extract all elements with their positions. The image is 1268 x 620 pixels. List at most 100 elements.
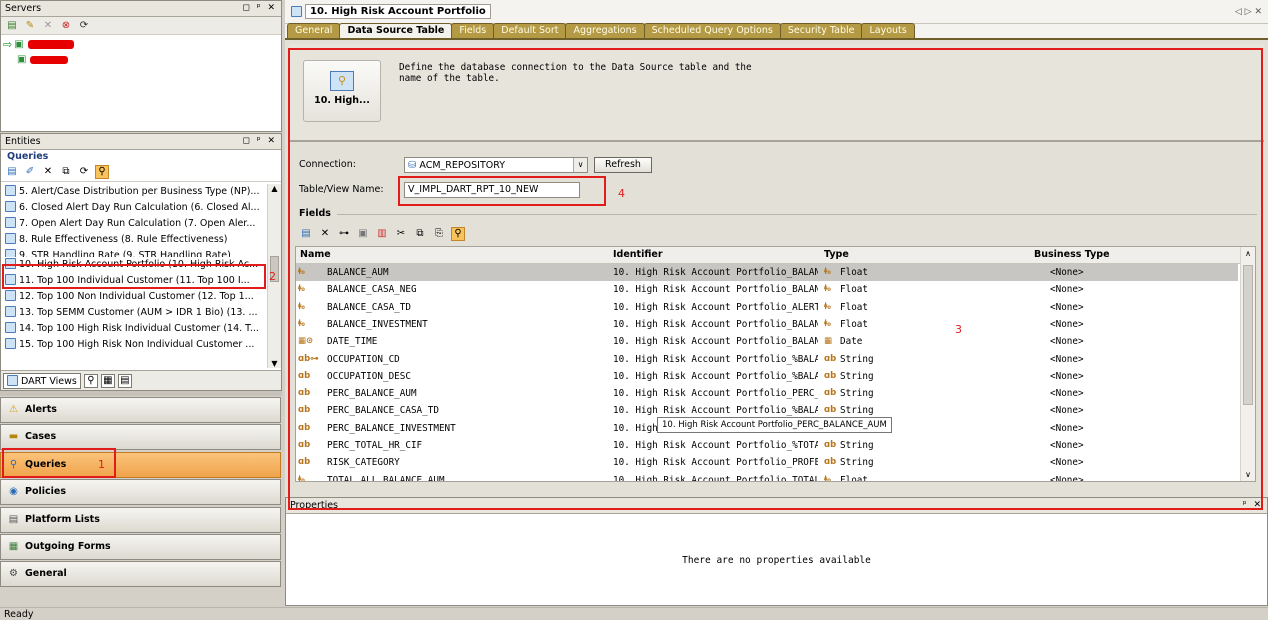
query-list-item[interactable]: 14. Top 100 High Risk Individual Custome…: [1, 321, 267, 337]
document-title: 10. High Risk Account Portfolio: [305, 4, 491, 19]
query-list-item[interactable]: 5. Alert/Case Distribution per Business …: [1, 184, 267, 200]
refresh-server-icon[interactable]: ⟳: [77, 19, 91, 33]
status-bar: Ready: [0, 607, 1268, 620]
query-icon: [5, 185, 16, 196]
lists-tab-icon[interactable]: ▤: [117, 373, 132, 388]
query-item-label: 9. STR Handling Rate (9. STR Handling Ra…: [19, 250, 231, 257]
query-item-label: 8. Rule Effectiveness (8. Rule Effective…: [19, 234, 228, 245]
query-list-item[interactable]: 15. Top 100 High Risk Non Individual Cus…: [1, 337, 267, 353]
nav-button-alerts[interactable]: ⚠ Alerts: [0, 397, 281, 423]
delete-query-icon[interactable]: ✕: [41, 165, 55, 179]
query-item-label: 13. Top SEMM Customer (AUM > IDR 1 Bio) …: [19, 307, 258, 318]
new-server-icon[interactable]: ▤: [5, 19, 19, 33]
query-list-item[interactable]: 8. Rule Effectiveness (8. Rule Effective…: [1, 232, 267, 248]
annotation-label-1: 1: [98, 458, 105, 471]
query-item-label: 14. Top 100 High Risk Individual Custome…: [19, 323, 259, 334]
redacted-server-name: [30, 55, 69, 64]
tab-security-table[interactable]: Security Table: [779, 23, 863, 38]
tab-layouts[interactable]: Layouts: [861, 23, 915, 38]
tab-default-sort[interactable]: Default Sort: [493, 23, 567, 38]
query-item-label: 7. Open Alert Day Run Calculation (7. Op…: [19, 218, 256, 229]
servers-titlebar: Servers ◻ ᵖ ✕: [1, 1, 281, 17]
query-list-item[interactable]: 13. Top SEMM Customer (AUM > IDR 1 Bio) …: [1, 305, 267, 321]
tab-general[interactable]: General: [287, 23, 341, 38]
nav-button-policies[interactable]: ◉ Policies: [0, 479, 281, 506]
nav-button-label: General: [25, 568, 67, 580]
query-icon: [5, 338, 16, 349]
form-icon: ▦: [8, 541, 19, 552]
nav-button-cases[interactable]: ▬ Cases: [0, 424, 281, 451]
entities-titlebar: Entities ◻ ᵖ ✕: [1, 134, 281, 150]
server-node-2[interactable]: ▣: [1, 52, 281, 67]
gear-icon: ⚙: [9, 568, 18, 580]
query-icon: [5, 217, 16, 228]
dart-views-label: DART Views: [21, 375, 77, 387]
nav-button-outgoing-forms[interactable]: ▦ Outgoing Forms: [0, 534, 281, 560]
list-icon: ▤: [8, 513, 19, 525]
status-text: Ready: [4, 609, 34, 620]
filter-icon[interactable]: ⚲: [95, 165, 109, 179]
query-doc-icon: [291, 6, 302, 17]
arrow-icon: ⇨: [3, 38, 13, 51]
query-icon: [5, 306, 16, 317]
tab-data-source-table[interactable]: Data Source Table: [339, 23, 453, 38]
properties-panel: Properties ᵖ ✕ There are no properties a…: [285, 497, 1268, 606]
nav-button-general[interactable]: ⚙ General: [0, 561, 281, 588]
annotation-box-datasource: [288, 48, 1263, 510]
annotation-label-4: 4: [618, 187, 625, 200]
edit-server-icon[interactable]: ✎: [23, 19, 37, 33]
entities-title: Entities: [5, 136, 41, 147]
forms-tab-icon[interactable]: ▦: [100, 373, 115, 388]
annotation-label-3: 3: [955, 323, 962, 336]
annotation-label-2: 2: [269, 270, 276, 283]
copy-icon[interactable]: ⧉: [59, 165, 73, 179]
delete-server-icon[interactable]: ✕: [41, 19, 55, 33]
entities-panel-controls[interactable]: ◻ ᵖ ✕: [242, 134, 281, 149]
folder-icon: ▬: [8, 431, 19, 443]
query-list-item[interactable]: 9. STR Handling Rate (9. STR Handling Ra…: [1, 248, 267, 257]
entities-bottom-tabs: DART Views ⚲ ▦ ▤: [1, 370, 281, 390]
query-list-item[interactable]: 6. Closed Alert Day Run Calculation (6. …: [1, 200, 267, 216]
query-item-label: 15. Top 100 High Risk Non Individual Cus…: [19, 339, 255, 350]
tab-fields[interactable]: Fields: [451, 23, 495, 38]
scroll-up-icon[interactable]: ▲: [268, 184, 281, 193]
server-icon: ▣: [14, 39, 24, 50]
disconnect-icon[interactable]: ⊗: [59, 19, 73, 33]
server-node-1[interactable]: ⇨ ▣: [1, 37, 281, 52]
tab-aggregations[interactable]: Aggregations: [565, 23, 645, 38]
new-query-icon[interactable]: ▤: [5, 165, 19, 179]
warning-icon: ⚠: [9, 404, 18, 415]
entities-panel: Entities ◻ ᵖ ✕ Queries ▤ ✐ ✕ ⧉ ⟳ ⚲ 5. Al…: [0, 133, 282, 391]
servers-title: Servers: [5, 3, 42, 14]
tab-strip: General Data Source Table Fields Default…: [285, 23, 1268, 40]
edit-query-icon[interactable]: ✐: [23, 165, 37, 179]
query-icon: [5, 233, 16, 244]
query-list-item[interactable]: 7. Open Alert Day Run Calculation (7. Op…: [1, 216, 267, 232]
query-item-label: 5. Alert/Case Distribution per Business …: [19, 186, 260, 197]
query-item-label: 12. Top 100 Non Individual Customer (12.…: [19, 291, 254, 302]
servers-toolbar: ▤ ✎ ✕ ⊗ ⟳: [1, 17, 281, 35]
policy-icon: ◉: [9, 486, 18, 498]
nav-button-label: Cases: [25, 431, 57, 443]
tab-scheduled-query-options[interactable]: Scheduled Query Options: [643, 23, 781, 38]
servers-panel: Servers ◻ ᵖ ✕ ▤ ✎ ✕ ⊗ ⟳ ⇨ ▣ ▣: [0, 0, 282, 132]
servers-panel-controls[interactable]: ◻ ᵖ ✕: [242, 1, 281, 16]
doc-nav-controls[interactable]: ◁ ▷ ✕: [1235, 7, 1262, 17]
dart-views-tab[interactable]: DART Views: [3, 372, 81, 389]
nav-button-label: Policies: [25, 486, 66, 498]
server-icon: ▣: [17, 54, 27, 65]
properties-empty-message: There are no properties available: [682, 555, 871, 566]
document-header: 10. High Risk Account Portfolio ◁ ▷ ✕: [285, 0, 1268, 24]
refresh-icon[interactable]: ⟳: [77, 165, 91, 179]
queries-section-header: Queries: [7, 151, 49, 162]
query-list-item[interactable]: 12. Top 100 Non Individual Customer (12.…: [1, 289, 267, 305]
server-tree: ⇨ ▣ ▣: [1, 35, 281, 67]
query-icon: [5, 249, 16, 257]
nav-button-platform-lists[interactable]: ▤ Platform Lists: [0, 506, 281, 533]
query-icon: [5, 201, 16, 212]
scroll-down-icon[interactable]: ▼: [268, 359, 281, 368]
queries-tab-icon[interactable]: ⚲: [83, 373, 98, 388]
annotation-box-tableview: [398, 176, 606, 206]
entities-toolbar: ▤ ✐ ✕ ⧉ ⟳ ⚲: [1, 163, 281, 182]
nav-button-label: Outgoing Forms: [25, 541, 111, 552]
